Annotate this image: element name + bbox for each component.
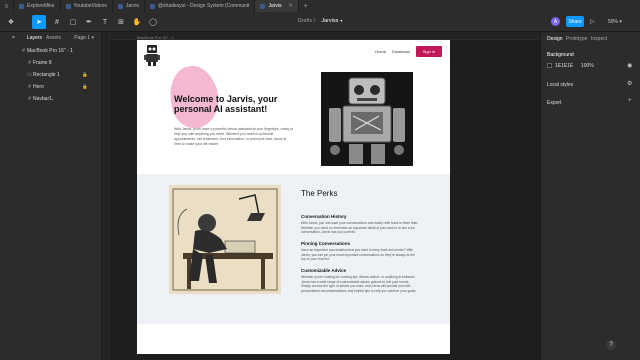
chevron-down-icon: ▾ (619, 19, 622, 25)
background-fill[interactable]: 1E1E1E (547, 63, 573, 69)
local-styles-title: Local styles (547, 82, 574, 88)
layer-item[interactable]: # Hero 🔒 (0, 82, 102, 92)
figma-home-icon (5, 4, 8, 8)
design-panel: Design Prototype Inspect Background 1E1E… (540, 32, 640, 360)
rectangle-icon: ▭ (27, 72, 32, 78)
tab-jarvis-active[interactable]: Jarvis ✕ (255, 0, 299, 12)
lock-icon[interactable]: 🔒 (82, 72, 88, 78)
layer-label: Hero (33, 84, 44, 90)
frame-icon: # (28, 96, 31, 102)
layer-label: Rectangle 1 (33, 72, 60, 78)
tab-youtubevideos[interactable]: YoutubeVideos (61, 0, 113, 12)
tab-design-system[interactable]: @shadesyui - Design System (Communit (145, 0, 256, 12)
file-icon (65, 3, 71, 9)
layer-item[interactable]: # Frame 8 (0, 58, 102, 68)
signin-button[interactable]: Sign in (415, 46, 442, 57)
tab-label: @shadesyui - Design System (Communit (157, 3, 250, 9)
tab-exploremike[interactable]: ExploreMike (14, 0, 61, 12)
background-section-title: Background (547, 52, 574, 58)
tab-label: YoutubeVideos (73, 3, 107, 9)
page-selector[interactable]: Page 1 ▾ (74, 35, 94, 41)
chevron-down-icon: ▾ (91, 35, 94, 41)
robot-illustration (321, 72, 413, 166)
file-icon (260, 3, 266, 9)
frame-icon: # (28, 84, 31, 90)
export-title: Export (547, 100, 562, 106)
tab-label: Jarvis (125, 3, 139, 9)
robot-logo-icon (144, 45, 160, 66)
share-button[interactable]: Share (566, 16, 584, 27)
file-icon (149, 3, 155, 9)
ruler-left (102, 32, 110, 360)
help-button[interactable]: ? (606, 340, 616, 350)
breadcrumb-folder[interactable]: Drafts (298, 18, 313, 24)
toolbar: ❖ ➤ # ▢ ✒ T ⊞ ✋ ◯ Drafts / Jarviss ▾ A Sha… (0, 12, 640, 32)
settings-icon[interactable]: ⚙ (627, 80, 632, 87)
plus-icon: + (303, 2, 308, 10)
tab-bar: ExploreMike YoutubeVideos Jarvis @shades… (0, 0, 640, 12)
zoom-dropdown[interactable]: 50% ▾ (608, 19, 622, 25)
avatar[interactable]: A (551, 17, 560, 26)
frame-icon: # (22, 48, 25, 54)
tab-jarvis[interactable]: Jarvis (113, 0, 145, 12)
layer-label: Navbar1, (33, 96, 54, 102)
perk-description: With Jarvis, you can save your conversat… (301, 221, 419, 235)
navbar: Home Download Sign in (375, 46, 442, 57)
layer-item[interactable]: # Navbar1, (0, 94, 102, 104)
layer-label: Frame 8 (33, 60, 52, 66)
new-tab-button[interactable]: + (299, 0, 313, 12)
close-icon[interactable]: ✕ (289, 3, 293, 9)
color-swatch[interactable] (547, 63, 552, 69)
tab-label: Jarvis (268, 3, 282, 9)
nav-download-link[interactable]: Download (392, 49, 410, 54)
hero-title: Welcome to Jarvis, your personal AI assi… (174, 94, 278, 114)
tab-prototype[interactable]: Prototype (566, 36, 587, 42)
perk-heading: Customizable Advice (301, 268, 347, 273)
perks-title: The Perks (301, 189, 338, 198)
frame-icon: # (28, 60, 31, 66)
layer-item[interactable]: # MacBook Pro 16" - 1 (0, 46, 102, 56)
chevron-down-icon[interactable]: ▾ (340, 18, 342, 23)
tab-assets[interactable]: Assets (46, 35, 61, 41)
lock-icon[interactable]: 🔒 (82, 84, 88, 90)
nav-home-link[interactable]: Home (375, 49, 386, 54)
figma-app: ExploreMike YoutubeVideos Jarvis @shades… (0, 0, 640, 360)
background-hex[interactable]: 1E1E1E (555, 63, 573, 69)
plus-icon[interactable]: + (628, 98, 632, 104)
tab-label: ExploreMike (27, 3, 55, 9)
layer-item[interactable]: ▭ Rectangle 1 🔒 (0, 70, 102, 80)
page-label: Page 1 (74, 35, 91, 41)
perk-description: Have an important conversation that you … (301, 248, 415, 262)
left-panel-icon[interactable]: ⌗ (12, 35, 15, 41)
hero-description: With Jarvis, you'll have a powerful virt… (174, 127, 294, 146)
breadcrumb[interactable]: Drafts / Jarviss ▾ (0, 18, 640, 24)
breadcrumb-file[interactable]: Jarviss (321, 18, 338, 24)
layer-label: MacBook Pro 16" - 1 (27, 48, 73, 54)
man-at-desk-illustration (169, 185, 281, 294)
present-button[interactable]: ▷ (590, 18, 595, 25)
file-icon (117, 3, 123, 9)
home-tab[interactable] (0, 0, 14, 12)
perk-heading: Pinning Conversations (301, 241, 351, 246)
canvas[interactable]: MacBook Pro 16" - 1 Home Download Sign i… (102, 32, 540, 360)
layers-panel: ⌗ Layers Assets Page 1 ▾ # MacBook Pro 16… (0, 32, 102, 360)
tab-inspect[interactable]: Inspect (591, 36, 607, 42)
zoom-level: 50% (608, 19, 619, 25)
tab-design[interactable]: Design (547, 36, 563, 42)
perk-heading: Conversation History (301, 214, 347, 219)
left-panel-tabs: ⌗ Layers Assets Page 1 ▾ (0, 32, 102, 42)
perks-section: The Perks Conversation History With Jarv… (137, 174, 450, 324)
question-icon: ? (609, 342, 613, 348)
play-icon: ▷ (590, 19, 595, 25)
background-opacity[interactable]: 100% (581, 63, 594, 69)
file-icon (19, 3, 24, 9)
tab-layers[interactable]: Layers (27, 35, 42, 41)
website-frame[interactable]: Home Download Sign in Welcome to Jarvis,… (137, 40, 450, 354)
eye-icon[interactable]: ◉ (627, 62, 632, 69)
perk-description: Whether you're looking for cooking tips,… (301, 275, 417, 293)
